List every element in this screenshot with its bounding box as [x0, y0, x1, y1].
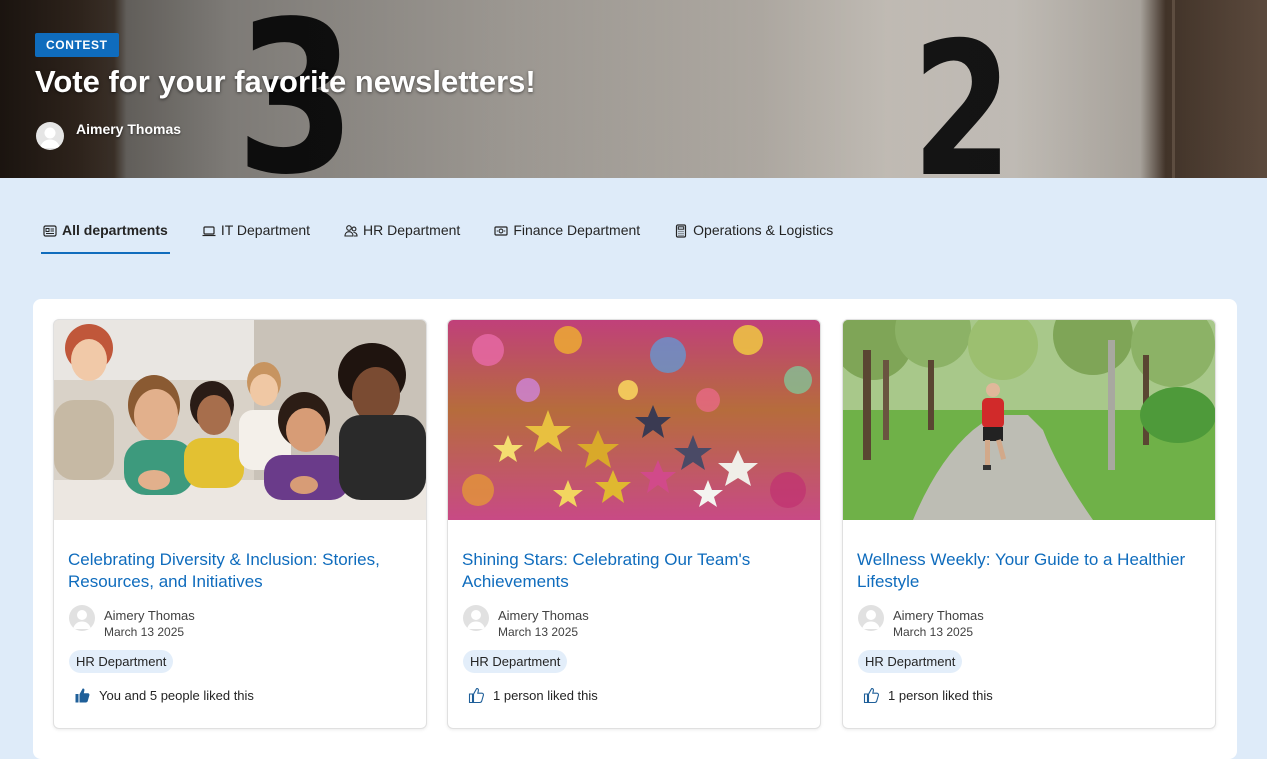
laptop-icon [202, 226, 216, 237]
person-icon [467, 610, 485, 629]
thumbs-up-icon[interactable] [468, 687, 485, 704]
newsletter-card[interactable]: Celebrating Diversity & Inclusion: Stori… [53, 319, 427, 729]
likes-text: 1 person liked this [888, 688, 993, 703]
tab-label: HR Department [363, 222, 461, 238]
money-icon [494, 226, 508, 236]
news-icon [43, 225, 57, 237]
tab-label: Finance Department [513, 222, 641, 238]
avatar[interactable] [69, 605, 95, 631]
hero-banner: 3 2 CONTEST Vote for your favorite newsl… [0, 0, 1267, 178]
contest-badge: CONTEST [35, 33, 119, 57]
card-author[interactable]: Aimery Thomas [893, 608, 984, 623]
page-title: Vote for your favorite newsletters! [35, 64, 536, 99]
card-date: March 13 2025 [104, 625, 185, 639]
card-image[interactable] [843, 320, 1215, 520]
thumbs-up-filled-icon[interactable] [74, 687, 91, 704]
department-tag[interactable]: HR Department [69, 650, 174, 673]
card-author[interactable]: Aimery Thomas [498, 608, 589, 623]
card-title-link[interactable]: Celebrating Diversity & Inclusion: Stori… [68, 549, 408, 593]
author-name[interactable]: Aimery Thomas [76, 121, 181, 137]
tab-finance-department[interactable]: Finance Department [492, 218, 642, 250]
person-icon [40, 127, 60, 148]
card-title-link[interactable]: Wellness Weekly: Your Guide to a Healthi… [857, 549, 1197, 593]
tab-label: IT Department [220, 222, 311, 238]
department-tag[interactable]: HR Department [858, 650, 963, 673]
likes-text: 1 person liked this [493, 688, 598, 703]
likes-text: You and 5 people liked this [99, 688, 254, 703]
avatar[interactable] [463, 605, 489, 631]
tab-label: All departments [62, 222, 168, 238]
tab-all-departments[interactable]: All departments [41, 218, 170, 254]
likes-row: 1 person liked this [863, 687, 993, 704]
avatar[interactable] [36, 122, 64, 150]
card-image[interactable] [448, 320, 820, 520]
newsletter-card[interactable]: Shining Stars: Celebrating Our Team's Ac… [447, 319, 821, 729]
tab-hr-department[interactable]: HR Department [342, 218, 462, 250]
card-author[interactable]: Aimery Thomas [104, 608, 195, 623]
card-title-link[interactable]: Shining Stars: Celebrating Our Team's Ac… [462, 549, 802, 593]
calculator-icon [676, 224, 687, 238]
department-tabs: All departments IT Department HR Departm… [41, 218, 865, 254]
thumbs-up-icon[interactable] [863, 687, 880, 704]
person-icon [73, 610, 91, 629]
newsletter-card[interactable]: Wellness Weekly: Your Guide to a Healthi… [842, 319, 1216, 729]
newsletter-panel: Celebrating Diversity & Inclusion: Stori… [33, 299, 1237, 759]
card-date: March 13 2025 [893, 625, 974, 639]
park-jogger-image [843, 320, 1215, 520]
person-icon [862, 610, 880, 629]
likes-row: 1 person liked this [468, 687, 598, 704]
department-tag[interactable]: HR Department [463, 650, 568, 673]
group-photo-image [54, 320, 426, 520]
star-confetti-image [448, 320, 820, 520]
avatar[interactable] [858, 605, 884, 631]
tab-it-department[interactable]: IT Department [200, 218, 312, 250]
people-icon [344, 225, 358, 237]
card-date: March 13 2025 [498, 625, 579, 639]
likes-row: You and 5 people liked this [74, 687, 254, 704]
tab-label: Operations & Logistics [693, 222, 834, 238]
tab-operations-logistics[interactable]: Operations & Logistics [672, 218, 835, 250]
card-image[interactable] [54, 320, 426, 520]
